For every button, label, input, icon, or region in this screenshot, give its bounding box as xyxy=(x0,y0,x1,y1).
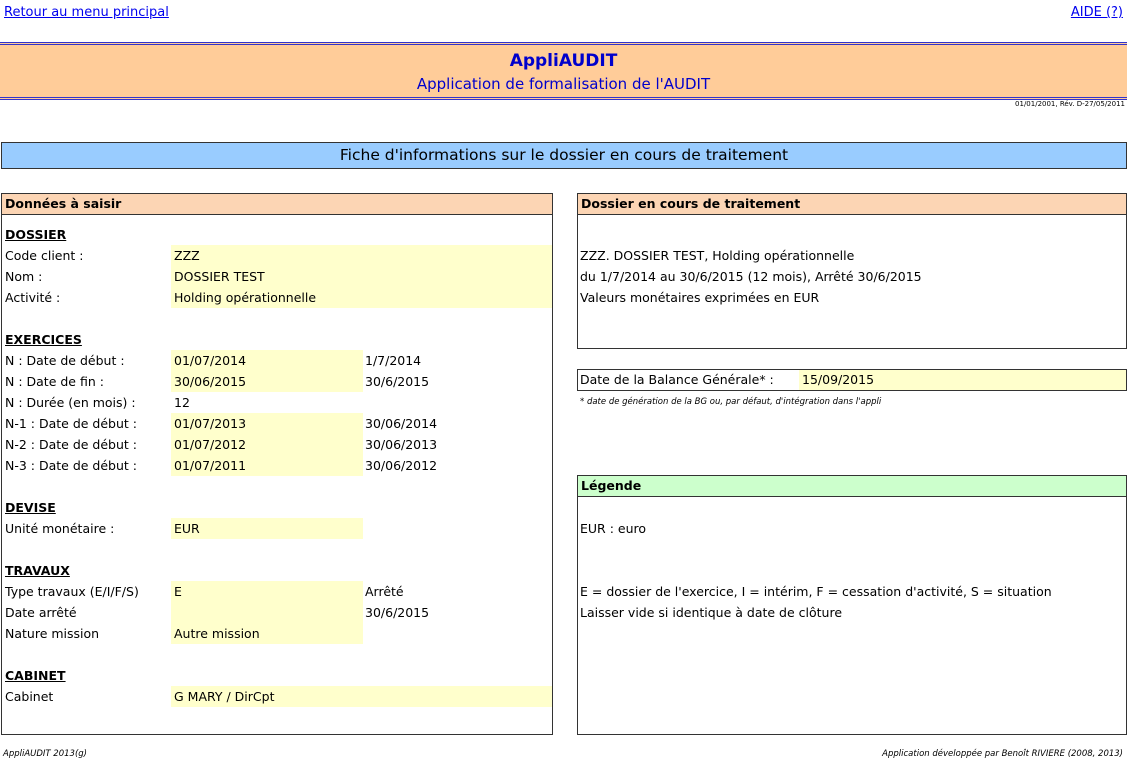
n1-debut-field[interactable]: 01/07/2013 xyxy=(171,413,363,434)
activite-field[interactable]: Holding opérationnelle xyxy=(171,287,552,308)
legend-travaux-type: E = dossier de l'exercice, I = intérim, … xyxy=(580,584,1052,599)
page-banner: Fiche d'informations sur le dossier en c… xyxy=(1,142,1127,169)
n1-fin-calc: 30/06/2014 xyxy=(365,416,438,431)
label-nature-mission: Nature mission xyxy=(5,626,100,641)
label-activite: Activité : xyxy=(5,290,61,305)
type-travaux-calc: Arrêté xyxy=(365,584,404,599)
label-n1-debut: N-1 : Date de début : xyxy=(5,416,137,431)
label-n3-debut: N-3 : Date de début : xyxy=(5,458,137,473)
n-fin-field[interactable]: 30/06/2015 xyxy=(171,371,363,392)
label-date-arrete: Date arrêté xyxy=(5,605,77,620)
footer-version: AppliAUDIT 2013(g) xyxy=(3,749,87,759)
n-debut-field[interactable]: 01/07/2014 xyxy=(171,350,363,371)
summary-line: ZZZ. DOSSIER TEST, Holding opérationnell… xyxy=(580,248,855,263)
n-duree-value: 12 xyxy=(174,395,190,410)
type-travaux-field[interactable]: E xyxy=(171,581,363,602)
help-link[interactable]: AIDE (?) xyxy=(1071,5,1123,20)
legend-devise: EUR : euro xyxy=(580,521,647,536)
label-n-duree: N : Durée (en mois) : xyxy=(5,395,136,410)
legend-title: Légende xyxy=(578,476,1126,497)
nom-field[interactable]: DOSSIER TEST xyxy=(171,266,552,287)
label-n-fin: N : Date de fin : xyxy=(5,374,104,389)
dossier-summary-panel: Dossier en cours de traitement ZZZ. DOSS… xyxy=(577,193,1127,349)
balance-panel: Date de la Balance Générale* : 15/09/201… xyxy=(577,369,1127,391)
n2-debut-field[interactable]: 01/07/2012 xyxy=(171,434,363,455)
n2-fin-calc: 30/06/2013 xyxy=(365,437,438,452)
summary-line: Valeurs monétaires exprimées en EUR xyxy=(580,290,820,305)
label-nom: Nom : xyxy=(5,269,43,284)
footer-credits: Application développée par Benoît RIVIER… xyxy=(882,749,1123,759)
legend-panel: Légende EUR : euro E = dossier de l'exer… xyxy=(577,475,1127,735)
date-arrete-field[interactable] xyxy=(171,602,363,623)
label-code-client: Code client : xyxy=(5,248,84,263)
balance-label: Date de la Balance Générale* : xyxy=(580,372,774,387)
date-arrete-calc: 30/6/2015 xyxy=(365,605,430,620)
unite-monetaire-field[interactable]: EUR xyxy=(171,518,363,539)
back-to-menu-link[interactable]: Retour au menu principal xyxy=(4,5,169,20)
section-cabinet: CABINET xyxy=(5,668,66,683)
section-exercices: EXERCICES xyxy=(5,332,82,347)
input-panel: Données à saisir DOSSIER Code client : Z… xyxy=(1,193,553,735)
section-travaux: TRAVAUX xyxy=(5,563,70,578)
label-n-debut: N : Date de début : xyxy=(5,353,125,368)
section-dossier: DOSSIER xyxy=(5,227,67,242)
summary-line: du 1/7/2014 au 30/6/2015 (12 mois), Arrê… xyxy=(580,269,922,284)
balance-date-field[interactable]: 15/09/2015 xyxy=(799,370,1126,390)
n-fin-calc: 30/6/2015 xyxy=(365,374,430,389)
app-title: AppliAUDIT xyxy=(509,51,618,71)
label-unite-monetaire: Unité monétaire : xyxy=(5,521,115,536)
label-n2-debut: N-2 : Date de début : xyxy=(5,437,137,452)
n3-debut-field[interactable]: 01/07/2011 xyxy=(171,455,363,476)
section-devise: DEVISE xyxy=(5,500,56,515)
legend-date-arrete: Laisser vide si identique à date de clôt… xyxy=(580,605,843,620)
n-debut-calc: 1/7/2014 xyxy=(365,353,422,368)
nature-mission-field[interactable]: Autre mission xyxy=(171,623,363,644)
n3-fin-calc: 30/06/2012 xyxy=(365,458,438,473)
balance-note: * date de génération de la BG ou, par dé… xyxy=(580,397,882,407)
label-cabinet: Cabinet xyxy=(5,689,54,704)
app-header: AppliAUDIT Application de formalisation … xyxy=(0,42,1127,100)
label-type-travaux: Type travaux (E/I/F/S) xyxy=(5,584,139,599)
app-subtitle: Application de formalisation de l'AUDIT xyxy=(416,75,711,93)
version-text: 01/01/2001, Rév. D-27/05/2011 xyxy=(1015,100,1125,108)
dossier-summary-title: Dossier en cours de traitement xyxy=(578,194,1126,215)
input-panel-title: Données à saisir xyxy=(2,194,552,215)
code-client-field[interactable]: ZZZ xyxy=(171,245,552,266)
cabinet-field[interactable]: G MARY / DirCpt xyxy=(171,686,552,707)
